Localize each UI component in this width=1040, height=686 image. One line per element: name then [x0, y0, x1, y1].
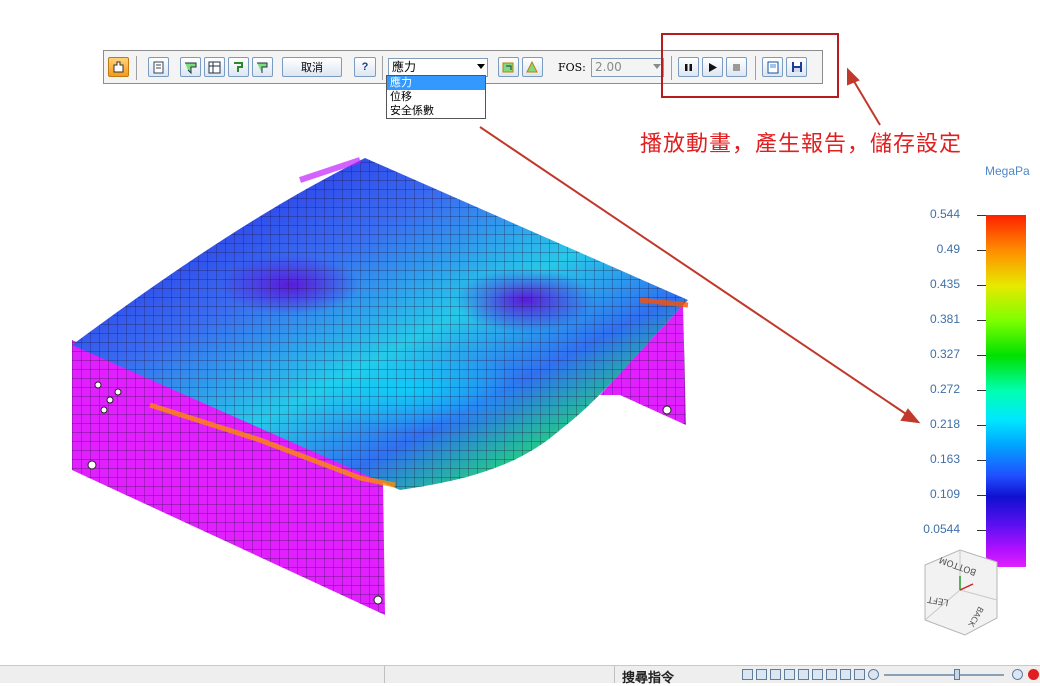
- probe-remove-icon[interactable]: [252, 57, 273, 77]
- legend-tick-mark: [977, 530, 986, 531]
- result-type-dropdown-list: 應力 位移 安全係數: [386, 75, 486, 119]
- fos-value: 2.00: [595, 60, 622, 74]
- status-cell: [384, 666, 615, 683]
- legend-color-bar: [986, 215, 1026, 567]
- legend-tick-mark: [977, 320, 986, 321]
- zoom-in-icon[interactable]: [1012, 669, 1023, 680]
- zoom-slider-thumb[interactable]: [954, 669, 960, 680]
- legend-tick-label: 0.109: [929, 487, 960, 501]
- result-type-selected-value: 應力: [392, 60, 417, 74]
- annotation-caption: 播放動畫，產生報告，儲存設定: [640, 132, 963, 157]
- legend-tick-mark: [977, 425, 986, 426]
- legend-tick-label: 0.49: [936, 242, 960, 256]
- legend-unit: MegaPa: [985, 164, 1030, 178]
- legend-tick-mark: [977, 390, 986, 391]
- dropdown-option-displacement[interactable]: 位移: [387, 90, 485, 104]
- results-list-icon[interactable]: [148, 57, 169, 77]
- legend-tick-mark: [977, 460, 986, 461]
- legend-tick-label: 0.163: [929, 452, 960, 466]
- pan-icon[interactable]: [784, 669, 795, 680]
- probe-icon[interactable]: [180, 57, 201, 77]
- highlight-box: [661, 33, 839, 98]
- probe-add-icon[interactable]: [228, 57, 249, 77]
- legend-tick-label: 0.544: [929, 207, 960, 221]
- status-cell: [0, 666, 385, 683]
- legend-tick-label: 0.327: [929, 347, 960, 361]
- display-icon[interactable]: [840, 669, 851, 680]
- zoom-icon[interactable]: [770, 669, 781, 680]
- record-icon[interactable]: [1028, 669, 1039, 680]
- stress-result-model: [72, 67, 921, 615]
- legend-tick-label: 0.218: [929, 417, 960, 431]
- zoom-area-icon[interactable]: [756, 669, 767, 680]
- zoom-out-icon[interactable]: [868, 669, 879, 680]
- fos-label: FOS:: [558, 61, 586, 74]
- legend-tick-mark: [977, 250, 986, 251]
- fit-view-icon[interactable]: [742, 669, 753, 680]
- options-icon[interactable]: [854, 669, 865, 680]
- dropdown-option-stress[interactable]: 應力: [387, 76, 485, 90]
- legend-tick-mark: [977, 495, 986, 496]
- shading-icon[interactable]: [826, 669, 837, 680]
- legend-tick-label: 0.0544: [923, 522, 960, 536]
- help-button[interactable]: ?: [354, 57, 376, 77]
- probe-table-icon[interactable]: [204, 57, 225, 77]
- chevron-down-icon: [653, 64, 661, 69]
- status-bar: 搜尋指令: [0, 665, 1040, 686]
- legend-tick-label: 0.435: [929, 277, 960, 291]
- cancel-button[interactable]: 取消: [282, 57, 342, 77]
- command-search-label[interactable]: 搜尋指令: [622, 667, 674, 686]
- fos-select[interactable]: 2.00: [591, 58, 664, 77]
- select-tool-icon[interactable]: [108, 57, 129, 77]
- rotate-icon[interactable]: [798, 669, 809, 680]
- legend-tick-label: 0.381: [929, 312, 960, 326]
- legend-tick-mark: [977, 355, 986, 356]
- dropdown-option-safety-factor[interactable]: 安全係數: [387, 104, 485, 118]
- zoom-slider[interactable]: [884, 674, 1004, 676]
- legend-tick-mark: [977, 215, 986, 216]
- view-cube[interactable]: BOTTOM LEFT BACK: [915, 540, 1005, 640]
- display-options-icon[interactable]: [498, 57, 519, 77]
- legend-tick-mark: [977, 285, 986, 286]
- view-icon[interactable]: [812, 669, 823, 680]
- deformation-options-icon[interactable]: [522, 57, 543, 77]
- legend-tick-label: 0.272: [929, 382, 960, 396]
- chevron-down-icon: [477, 64, 485, 69]
